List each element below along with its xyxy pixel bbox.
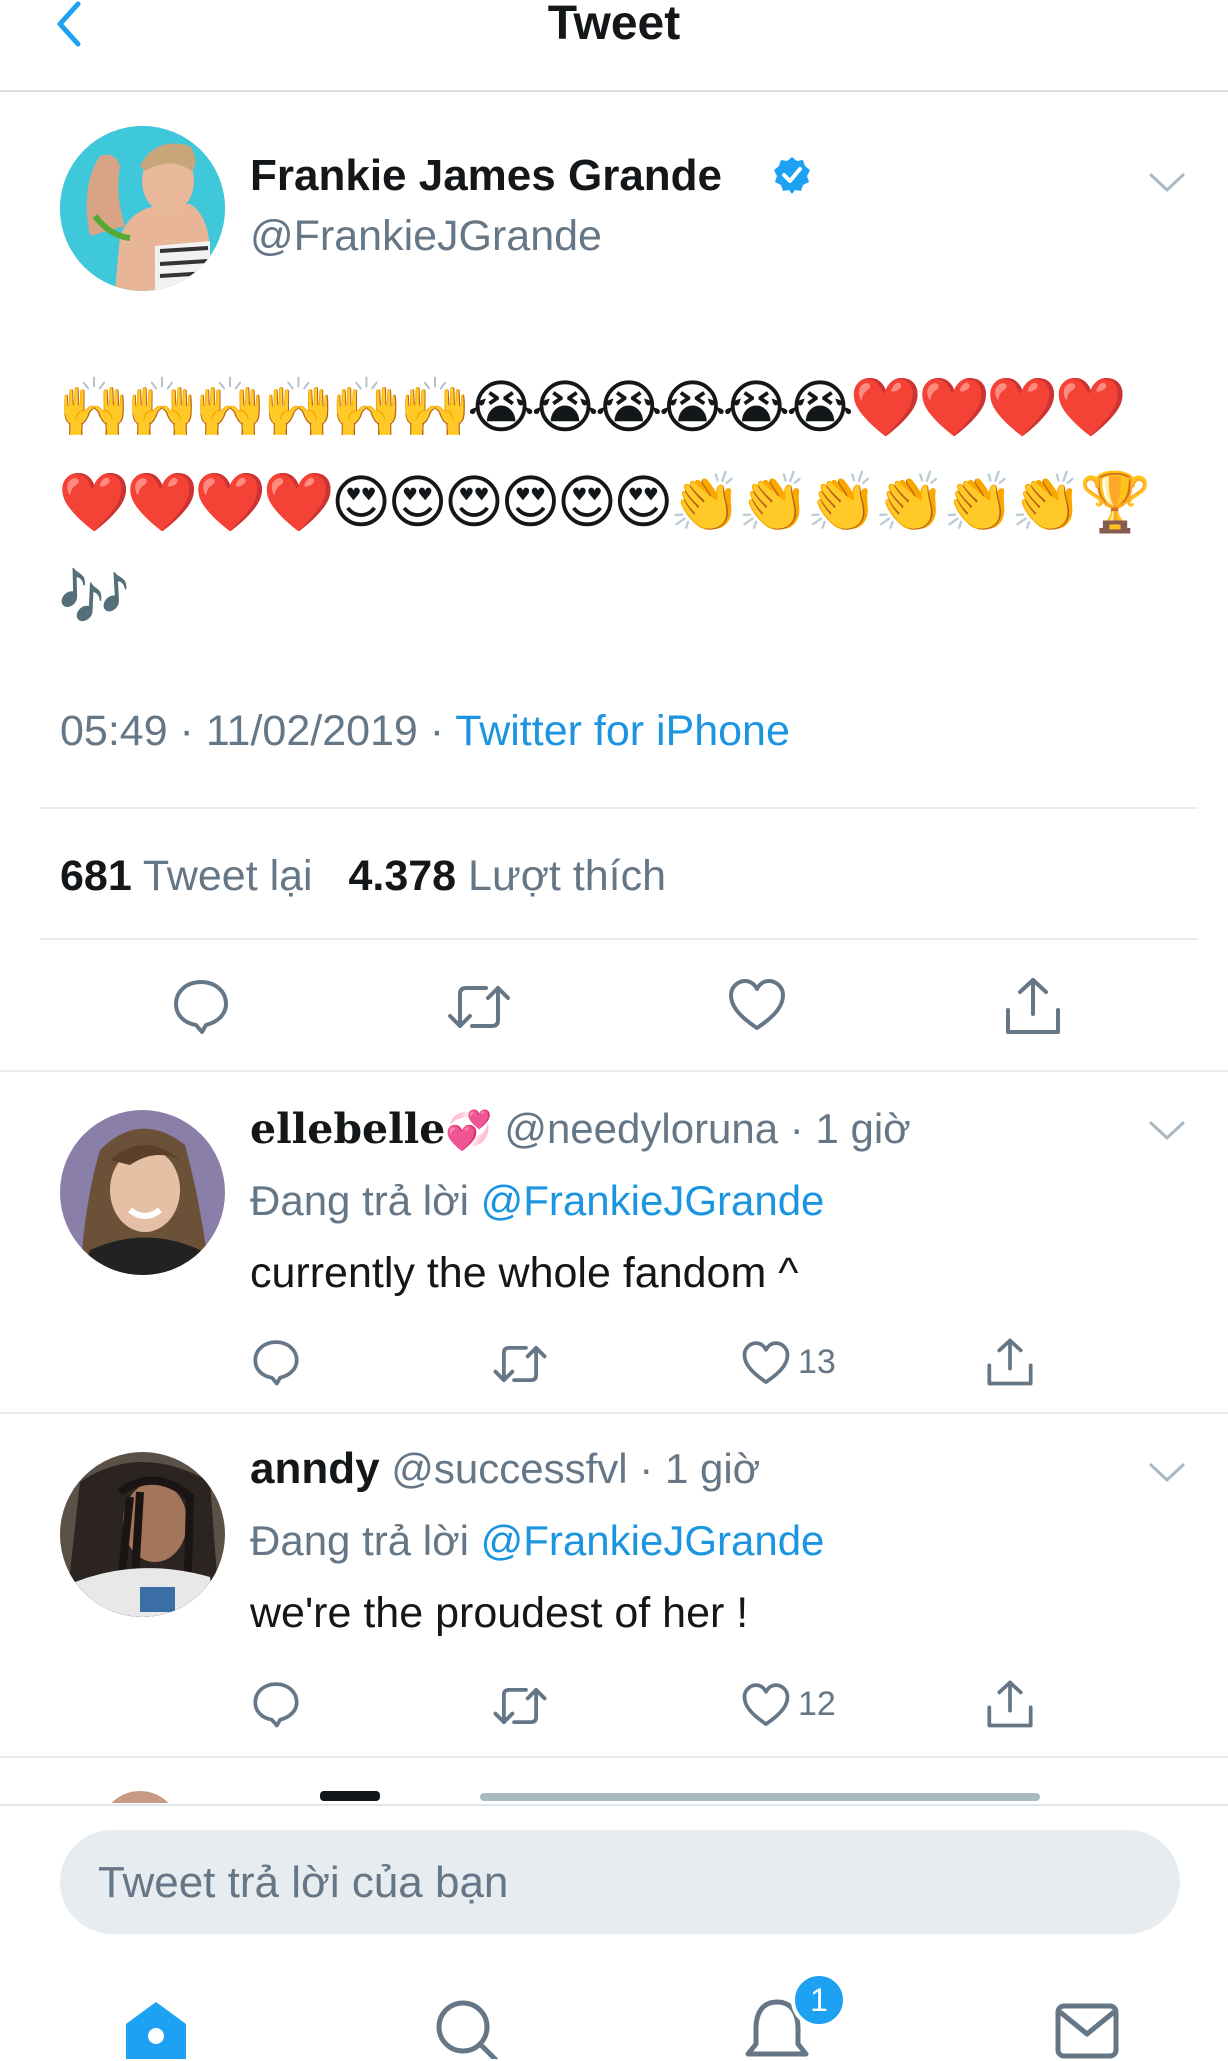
author-handle[interactable]: @FrankieJGrande <box>250 210 602 262</box>
text-fragment <box>320 1791 380 1801</box>
reply-author-name[interactable]: ellebelle <box>250 1105 445 1153</box>
verified-badge-icon <box>774 157 810 194</box>
top-nav-bar: Tweet <box>0 0 1228 92</box>
tweet-stats: 681 Tweet lại 4.378 Lượt thích <box>60 850 666 902</box>
replying-prefix: Đang trả lời <box>250 1177 469 1224</box>
reply-author-handle[interactable]: @successfvl <box>391 1445 627 1492</box>
share-icon[interactable] <box>986 1336 1034 1388</box>
replying-to: Đang trả lời @FrankieJGrande <box>250 1176 824 1226</box>
reply-text: currently the whole fandom ^ <box>250 1249 799 1297</box>
like-stat[interactable]: 4.378 Lượt thích <box>348 852 666 900</box>
avatar-image <box>60 126 225 291</box>
retweet-label: Tweet lại <box>142 852 313 900</box>
reply-header: ellebelle💞 @needyloruna · 1 giờ <box>250 1105 911 1153</box>
notification-badge: 1 <box>791 1972 847 2028</box>
reply-text: we're the proudest of her ! <box>250 1589 749 1637</box>
share-icon[interactable] <box>1004 976 1062 1036</box>
tweet-time: 05:49 <box>60 707 168 755</box>
page-title: Tweet <box>547 0 681 50</box>
tweet-text: 🙌🙌🙌🙌🙌🙌😭😭😭😭😭😭❤️❤️❤️❤️❤️❤️❤️❤️😍😍😍😍😍😍👏👏👏👏👏👏… <box>58 373 1151 631</box>
chevron-down-icon[interactable] <box>1148 172 1186 194</box>
reply-author-name[interactable]: anndy <box>250 1444 380 1493</box>
replying-prefix: Đang trả lời <box>250 1517 469 1564</box>
like-icon[interactable] <box>728 978 786 1032</box>
author-name[interactable]: Frankie James Grande <box>250 150 722 202</box>
avatar-image <box>60 1110 225 1275</box>
reply-icon[interactable] <box>252 1338 300 1386</box>
tweet-meta: 05:49 · 11/02/2019 · Twitter for iPhone <box>60 707 790 755</box>
like-icon[interactable] <box>742 1682 790 1728</box>
reply-time: 1 giờ <box>815 1105 911 1152</box>
divider <box>40 938 1198 940</box>
retweet-icon[interactable] <box>446 982 512 1032</box>
reply-author-handle[interactable]: @needyloruna <box>504 1105 778 1152</box>
tweet-date: 11/02/2019 <box>205 707 418 755</box>
divider <box>0 1070 1228 1072</box>
reply-header: anndy @successfvl · 1 giờ <box>250 1444 761 1493</box>
avatar[interactable] <box>60 1110 225 1275</box>
retweet-icon[interactable] <box>492 1684 548 1728</box>
messages-icon[interactable] <box>1054 2002 1120 2059</box>
chevron-down-icon[interactable] <box>1148 1462 1186 1484</box>
reply-icon[interactable] <box>172 978 230 1034</box>
reply-author-emoji: 💞 <box>445 1108 493 1152</box>
avatar-image <box>60 1452 225 1617</box>
divider <box>0 1412 1228 1414</box>
partial-reply <box>0 1755 1228 1803</box>
replying-to-link[interactable]: @FrankieJGrande <box>481 1177 825 1224</box>
share-icon[interactable] <box>986 1678 1034 1730</box>
like-label: Lượt thích <box>468 852 667 900</box>
avatar <box>100 1791 180 1803</box>
replying-to: Đang trả lời @FrankieJGrande <box>250 1516 824 1566</box>
retweet-stat[interactable]: 681 Tweet lại <box>60 852 313 900</box>
retweet-count: 681 <box>60 852 132 900</box>
chevron-down-icon[interactable] <box>1148 1120 1186 1142</box>
retweet-icon[interactable] <box>492 1342 548 1386</box>
reply-input-placeholder[interactable]: Tweet trả lời của bạn <box>98 1857 508 1909</box>
like-count: 12 <box>798 1685 836 1723</box>
home-icon[interactable] <box>120 1998 192 2059</box>
like-count: 13 <box>798 1343 836 1381</box>
search-icon[interactable] <box>432 1996 502 2059</box>
avatar[interactable] <box>60 1452 225 1617</box>
like-count: 4.378 <box>348 852 457 900</box>
replying-to-link[interactable]: @FrankieJGrande <box>481 1517 825 1564</box>
tweet-source-link[interactable]: Twitter for iPhone <box>455 707 790 755</box>
text-fragment <box>480 1793 1040 1801</box>
reply-time: 1 giờ <box>664 1445 761 1492</box>
divider <box>40 807 1198 809</box>
like-icon[interactable] <box>742 1340 790 1386</box>
reply-icon[interactable] <box>252 1680 300 1728</box>
author-avatar[interactable] <box>60 126 225 291</box>
